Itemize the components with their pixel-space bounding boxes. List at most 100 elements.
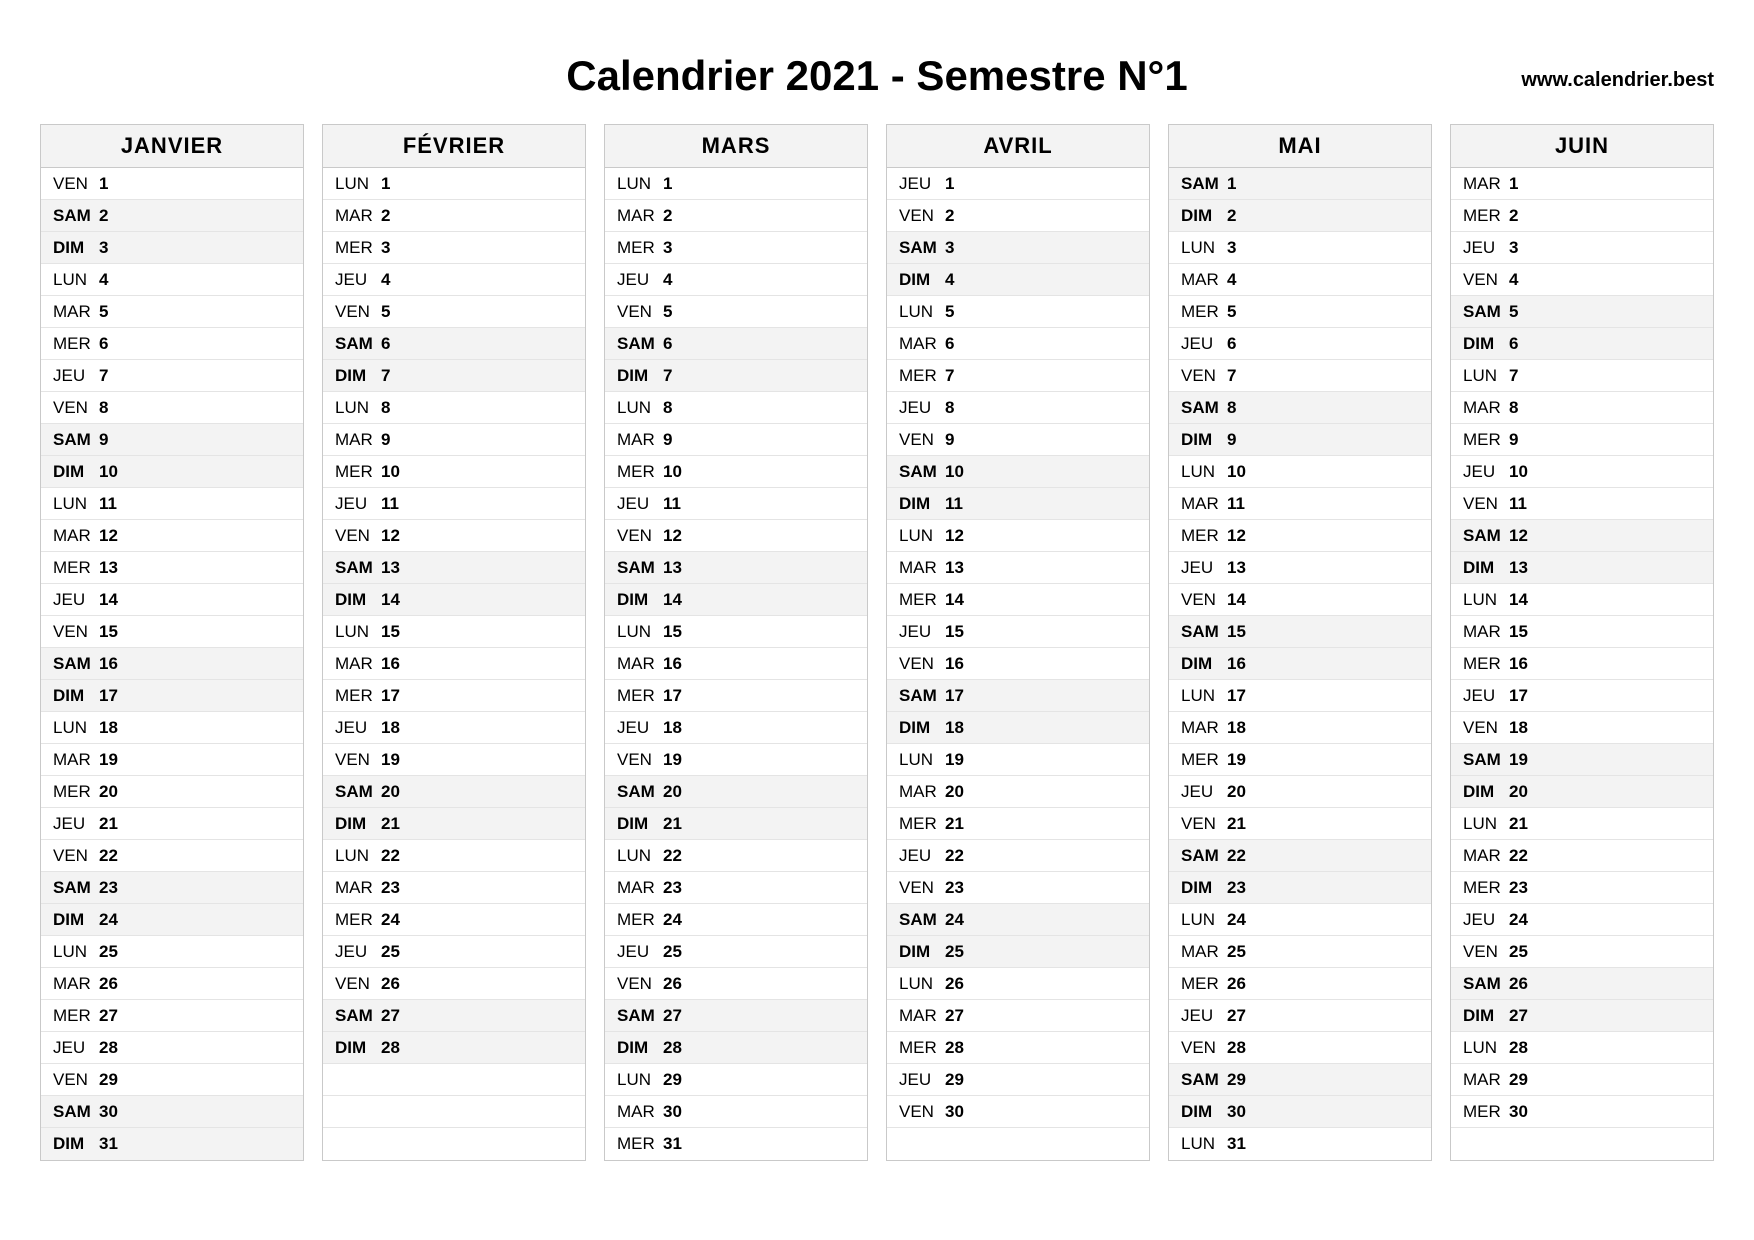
day-weekday: SAM bbox=[53, 878, 99, 898]
day-number: 14 bbox=[1227, 590, 1257, 610]
day-number: 17 bbox=[381, 686, 411, 706]
day-row: JEU11 bbox=[605, 488, 867, 520]
day-row: DIM28 bbox=[605, 1032, 867, 1064]
day-row: VEN5 bbox=[605, 296, 867, 328]
day-row: SAM5 bbox=[1451, 296, 1713, 328]
day-weekday: SAM bbox=[53, 654, 99, 674]
day-number: 14 bbox=[1509, 590, 1539, 610]
day-weekday: JEU bbox=[335, 718, 381, 738]
day-row: LUN18 bbox=[41, 712, 303, 744]
day-row: SAM13 bbox=[323, 552, 585, 584]
day-number: 18 bbox=[1509, 718, 1539, 738]
day-row: LUN8 bbox=[323, 392, 585, 424]
day-weekday: DIM bbox=[1463, 558, 1509, 578]
day-weekday: SAM bbox=[1463, 750, 1509, 770]
day-row: SAM15 bbox=[1169, 616, 1431, 648]
day-weekday: VEN bbox=[335, 974, 381, 994]
day-number: 24 bbox=[99, 910, 129, 930]
month-column: JUINMAR1MER2JEU3VEN4SAM5DIM6LUN7MAR8MER9… bbox=[1450, 124, 1714, 1161]
day-row: MER19 bbox=[1169, 744, 1431, 776]
day-weekday: LUN bbox=[1181, 686, 1227, 706]
day-row: VEN26 bbox=[605, 968, 867, 1000]
day-row: MAR13 bbox=[887, 552, 1149, 584]
day-number: 26 bbox=[381, 974, 411, 994]
day-weekday: MER bbox=[899, 1038, 945, 1058]
day-weekday: DIM bbox=[53, 462, 99, 482]
day-weekday: JEU bbox=[899, 174, 945, 194]
month-header: FÉVRIER bbox=[323, 125, 585, 168]
day-row: LUN1 bbox=[605, 168, 867, 200]
day-number: 15 bbox=[1227, 622, 1257, 642]
day-row: SAM2 bbox=[41, 200, 303, 232]
day-row: DIM10 bbox=[41, 456, 303, 488]
day-weekday: MAR bbox=[53, 302, 99, 322]
day-weekday: SAM bbox=[617, 334, 663, 354]
day-number: 11 bbox=[99, 494, 129, 514]
day-row: DIM13 bbox=[1451, 552, 1713, 584]
day-number: 13 bbox=[381, 558, 411, 578]
day-row: LUN15 bbox=[323, 616, 585, 648]
day-row: MAR15 bbox=[1451, 616, 1713, 648]
day-row: MAR6 bbox=[887, 328, 1149, 360]
day-weekday: SAM bbox=[1181, 1070, 1227, 1090]
day-row: MAR2 bbox=[605, 200, 867, 232]
day-row: VEN25 bbox=[1451, 936, 1713, 968]
day-weekday: DIM bbox=[1463, 782, 1509, 802]
day-weekday: VEN bbox=[1463, 942, 1509, 962]
day-row: VEN22 bbox=[41, 840, 303, 872]
day-row: VEN1 bbox=[41, 168, 303, 200]
day-number: 6 bbox=[1509, 334, 1539, 354]
day-number: 22 bbox=[663, 846, 693, 866]
day-number: 18 bbox=[1227, 718, 1257, 738]
day-weekday: VEN bbox=[617, 302, 663, 322]
day-weekday: VEN bbox=[1181, 590, 1227, 610]
day-row: LUN1 bbox=[323, 168, 585, 200]
day-row: VEN19 bbox=[605, 744, 867, 776]
day-row: MER3 bbox=[323, 232, 585, 264]
day-weekday: DIM bbox=[335, 590, 381, 610]
day-row: DIM30 bbox=[1169, 1096, 1431, 1128]
day-weekday: VEN bbox=[1181, 1038, 1227, 1058]
day-row bbox=[323, 1096, 585, 1128]
day-row: MER21 bbox=[887, 808, 1149, 840]
day-weekday: SAM bbox=[335, 334, 381, 354]
day-row: MAR20 bbox=[887, 776, 1149, 808]
day-number: 2 bbox=[663, 206, 693, 226]
day-number: 7 bbox=[99, 366, 129, 386]
day-number: 1 bbox=[1509, 174, 1539, 194]
day-weekday: SAM bbox=[899, 238, 945, 258]
day-row: VEN2 bbox=[887, 200, 1149, 232]
day-row: JEU13 bbox=[1169, 552, 1431, 584]
day-weekday: DIM bbox=[1181, 654, 1227, 674]
day-weekday: VEN bbox=[899, 206, 945, 226]
day-row: SAM17 bbox=[887, 680, 1149, 712]
day-weekday: DIM bbox=[53, 1134, 99, 1154]
day-weekday: JEU bbox=[1463, 686, 1509, 706]
day-number: 14 bbox=[381, 590, 411, 610]
day-number: 2 bbox=[1509, 206, 1539, 226]
day-row: MAR29 bbox=[1451, 1064, 1713, 1096]
day-number: 6 bbox=[381, 334, 411, 354]
day-number: 12 bbox=[663, 526, 693, 546]
day-number: 13 bbox=[945, 558, 975, 578]
day-number: 25 bbox=[945, 942, 975, 962]
day-row: SAM12 bbox=[1451, 520, 1713, 552]
day-row: MAR19 bbox=[41, 744, 303, 776]
day-weekday: DIM bbox=[617, 1038, 663, 1058]
day-weekday: SAM bbox=[53, 206, 99, 226]
day-row: DIM18 bbox=[887, 712, 1149, 744]
day-weekday: SAM bbox=[1181, 174, 1227, 194]
day-row: VEN9 bbox=[887, 424, 1149, 456]
day-number: 6 bbox=[1227, 334, 1257, 354]
day-row: LUN5 bbox=[887, 296, 1149, 328]
day-weekday: DIM bbox=[1181, 430, 1227, 450]
day-row: MAR22 bbox=[1451, 840, 1713, 872]
day-number: 26 bbox=[945, 974, 975, 994]
month-header: MAI bbox=[1169, 125, 1431, 168]
day-row: SAM30 bbox=[41, 1096, 303, 1128]
day-weekday: MAR bbox=[53, 526, 99, 546]
day-weekday: MAR bbox=[1463, 622, 1509, 642]
day-number: 15 bbox=[945, 622, 975, 642]
day-number: 13 bbox=[1227, 558, 1257, 578]
day-number: 4 bbox=[99, 270, 129, 290]
